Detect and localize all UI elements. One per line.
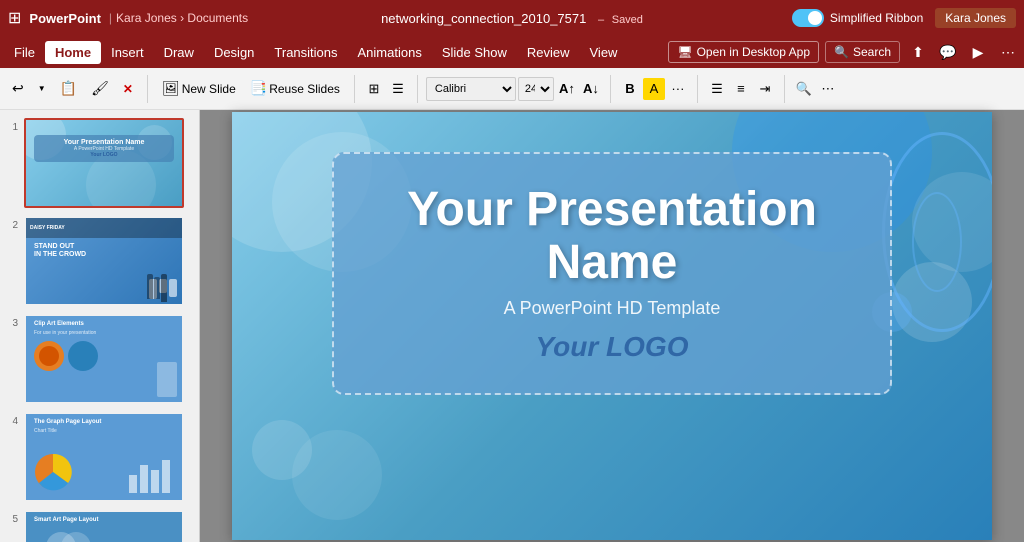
delete-button[interactable]: ✕ [117, 78, 139, 100]
main-slide-subtitle: A PowerPoint HD Template [374, 298, 850, 319]
new-slide-button[interactable]: 🖼 New Slide [156, 76, 242, 101]
menu-transitions[interactable]: Transitions [264, 41, 347, 64]
user-name[interactable]: Kara Jones [935, 8, 1016, 28]
slide-item-5[interactable]: 5 Smart Art Page Layout [4, 510, 195, 542]
title-bar: ⊞ PowerPoint | Kara Jones › Documents ne… [0, 0, 1024, 36]
menu-view[interactable]: View [580, 41, 628, 64]
more-tools-button[interactable]: ⋯ [817, 78, 839, 100]
slide-item-4[interactable]: 4 The Graph Page Layout Chart Title [4, 412, 195, 502]
font-selector[interactable]: Calibri [426, 77, 516, 101]
slide-thumb-5[interactable]: Smart Art Page Layout [24, 510, 184, 542]
present-icon[interactable]: ▶ [966, 40, 990, 64]
menu-slideshow[interactable]: Slide Show [432, 41, 517, 64]
highlight-button[interactable]: A [643, 78, 665, 100]
grid-view-button[interactable]: ⊞ [363, 78, 385, 100]
slide-number-2: 2 [4, 216, 18, 231]
clipboard-button[interactable]: 📋 [54, 76, 83, 101]
slide-item-3[interactable]: 3 Clip Art Elements For use in your pres… [4, 314, 195, 404]
format-painter[interactable]: 🖌 [85, 76, 115, 101]
undo-button[interactable]: ↩ [6, 76, 30, 101]
slide-thumb-1[interactable]: Your Presentation Name A PowerPoint HD T… [24, 118, 184, 208]
slide-thumb-2[interactable]: DAISY FRIDAY STAND OUTIN THE CROWD [24, 216, 184, 306]
app-grid-icon[interactable]: ⊞ [8, 8, 21, 28]
search-icon: 🔍 [834, 45, 849, 59]
menu-design[interactable]: Design [204, 41, 264, 64]
toolbar-sep-3 [417, 75, 418, 103]
view-group: ⊞ ☰ [363, 78, 409, 100]
font-group: Calibri 24 A↑ A↓ [426, 77, 602, 101]
slide-panel: 1 Your Presentation Name A PowerPoint HD… [0, 110, 200, 542]
slide-group: 🖼 New Slide 📑 Reuse Slides [156, 76, 346, 101]
deco-circle-7 [292, 430, 382, 520]
reuse-slides-button[interactable]: 📑 Reuse Slides [244, 76, 346, 101]
toolbar-sep-4 [610, 75, 611, 103]
comments-icon[interactable]: 💬 [936, 40, 960, 64]
toggle-switch[interactable] [792, 9, 824, 27]
font-decrease-button[interactable]: A↓ [580, 78, 602, 100]
toolbar-sep-1 [147, 75, 148, 103]
toolbar: ↩ ▼ 📋 🖌 ✕ 🖼 New Slide 📑 Reuse Slides ⊞ ☰… [0, 68, 1024, 110]
share-icon[interactable]: ⬆ [906, 40, 930, 64]
toolbar-sep-6 [784, 75, 785, 103]
menu-bar: File Home Insert Draw Design Transitions… [0, 36, 1024, 68]
menu-right: 🖥 Open in Desktop App 🔍 Search ⬆ 💬 ▶ ⋯ [668, 40, 1020, 64]
menu-animations[interactable]: Animations [348, 41, 432, 64]
undo-redo-group: ↩ ▼ 📋 🖌 ✕ [6, 76, 139, 101]
outline-view-button[interactable]: ☰ [387, 78, 409, 100]
menu-file[interactable]: File [4, 41, 45, 64]
slide-number-5: 5 [4, 510, 18, 525]
slide-number-3: 3 [4, 314, 18, 329]
menu-draw[interactable]: Draw [154, 41, 204, 64]
breadcrumb: Kara Jones › Documents [116, 11, 248, 25]
indent-button[interactable]: ⇥ [754, 78, 776, 100]
toolbar-sep-5 [697, 75, 698, 103]
main-slide-logo: Your LOGO [374, 331, 850, 363]
slide-item-2[interactable]: 2 DAISY FRIDAY STAND OUTIN THE CROWD [4, 216, 195, 306]
more-icon[interactable]: ⋯ [996, 40, 1020, 64]
simplified-ribbon-toggle[interactable]: Simplified Ribbon [792, 9, 923, 27]
slide-number-1: 1 [4, 118, 18, 133]
search-replace-button[interactable]: 🔍 [793, 78, 815, 100]
menu-insert[interactable]: Insert [101, 41, 154, 64]
app-name: PowerPoint [29, 11, 101, 26]
bold-button[interactable]: B [619, 78, 641, 100]
undo-dropdown[interactable]: ▼ [32, 80, 52, 97]
format-group: B A ··· [619, 78, 689, 100]
open-desktop-button[interactable]: 🖥 Open in Desktop App [668, 41, 819, 63]
canvas-area: Your Presentation Name A PowerPoint HD T… [200, 110, 1024, 542]
paragraph-group: ☰ ≡ ⇥ [706, 78, 776, 100]
slide-thumb-3[interactable]: Clip Art Elements For use in your presen… [24, 314, 184, 404]
misc-group: 🔍 ⋯ [793, 78, 839, 100]
numbering-button[interactable]: ≡ [730, 78, 752, 100]
bullets-button[interactable]: ☰ [706, 78, 728, 100]
desktop-icon: 🖥 [677, 45, 692, 59]
menu-home[interactable]: Home [45, 41, 101, 64]
right-arc-2 [912, 192, 962, 292]
file-title: networking_connection_2010_7571 – Saved [381, 11, 643, 26]
title-bar-right: Simplified Ribbon Kara Jones [792, 8, 1016, 28]
slide-canvas[interactable]: Your Presentation Name A PowerPoint HD T… [232, 112, 992, 540]
main-slide-title: Your Presentation Name [374, 184, 850, 290]
font-size-selector[interactable]: 24 [518, 77, 554, 101]
main-content: 1 Your Presentation Name A PowerPoint HD… [0, 110, 1024, 542]
slide-item-1[interactable]: 1 Your Presentation Name A PowerPoint HD… [4, 118, 195, 208]
slide-thumb-4[interactable]: The Graph Page Layout Chart Title [24, 412, 184, 502]
toolbar-sep-2 [354, 75, 355, 103]
more-format-button[interactable]: ··· [667, 78, 689, 100]
search-box[interactable]: 🔍 Search [825, 41, 900, 63]
font-increase-button[interactable]: A↑ [556, 78, 578, 100]
menu-review[interactable]: Review [517, 41, 580, 64]
title-card[interactable]: Your Presentation Name A PowerPoint HD T… [332, 152, 892, 395]
slide-number-4: 4 [4, 412, 18, 427]
